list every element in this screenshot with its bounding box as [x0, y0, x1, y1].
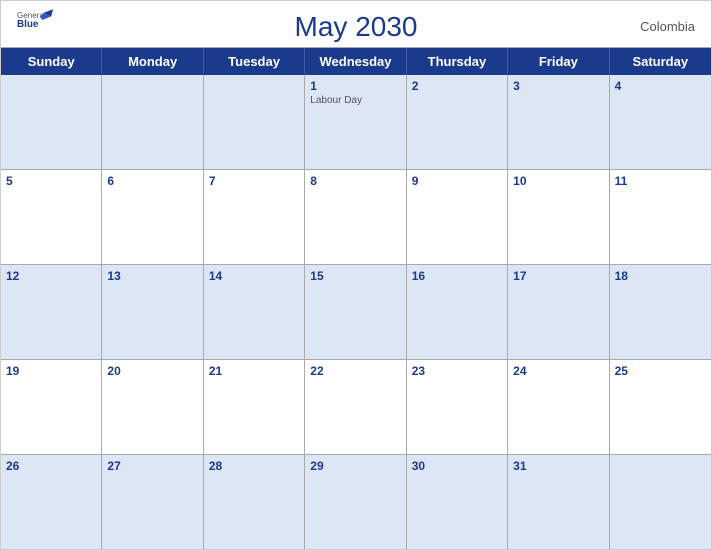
calendar-grid: SundayMondayTuesdayWednesdayThursdayFrid…: [1, 47, 711, 549]
day-cell: 1 Labour Day: [305, 75, 406, 169]
weeks-container: 1Labour Day23456789101112131415161718192…: [1, 75, 711, 549]
day-number: 20: [107, 364, 197, 378]
day-number: 4: [615, 79, 706, 93]
day-number: 23: [412, 364, 502, 378]
day-number: 12: [6, 269, 96, 283]
day-number: 30: [412, 459, 502, 473]
svg-text:Blue: Blue: [17, 19, 39, 30]
day-cell: 11: [610, 170, 711, 264]
day-number: 16: [412, 269, 502, 283]
day-cell: 18: [610, 265, 711, 359]
logo-area: General Blue: [17, 9, 53, 31]
day-number: 5: [6, 174, 96, 188]
week-row-2: 56789 10 11: [1, 170, 711, 265]
day-header-tuesday: Tuesday: [204, 48, 305, 75]
day-cell: 9: [407, 170, 508, 264]
day-cell: 6: [102, 170, 203, 264]
day-cell: 14: [204, 265, 305, 359]
day-cell: 30: [407, 455, 508, 549]
day-header-sunday: Sunday: [1, 48, 102, 75]
day-cell: 19: [1, 360, 102, 454]
day-number: 2: [412, 79, 502, 93]
day-header-wednesday: Wednesday: [305, 48, 406, 75]
day-number: 24: [513, 364, 603, 378]
day-cell: 26: [1, 455, 102, 549]
calendar: General Blue May 2030 Colombia SundayMon…: [0, 0, 712, 550]
day-cell: 3: [508, 75, 609, 169]
week-row-4: 19 20 21 22 23 24 25: [1, 360, 711, 455]
day-event: Labour Day: [310, 95, 400, 106]
day-header-monday: Monday: [102, 48, 203, 75]
day-cell: 17: [508, 265, 609, 359]
day-number: 14: [209, 269, 299, 283]
week-row-5: 26 27 28 29 30 31: [1, 455, 711, 549]
week-row-3: 12 13 14 15 16 17 18: [1, 265, 711, 360]
day-number: 17: [513, 269, 603, 283]
day-number: 21: [209, 364, 299, 378]
day-cell: 27: [102, 455, 203, 549]
day-header-friday: Friday: [508, 48, 609, 75]
day-cell: 21: [204, 360, 305, 454]
day-cell: 24: [508, 360, 609, 454]
day-header-saturday: Saturday: [610, 48, 711, 75]
day-number: 15: [310, 269, 400, 283]
day-cell: 22: [305, 360, 406, 454]
day-cell: [102, 75, 203, 169]
day-cell: [1, 75, 102, 169]
day-cell: 25: [610, 360, 711, 454]
day-cell: 12: [1, 265, 102, 359]
day-number: 27: [107, 459, 197, 473]
day-cell: 5: [1, 170, 102, 264]
day-number: 19: [6, 364, 96, 378]
day-number: 22: [310, 364, 400, 378]
day-number: 13: [107, 269, 197, 283]
day-cell: [610, 455, 711, 549]
day-number: 3: [513, 79, 603, 93]
day-cell: [204, 75, 305, 169]
day-cell: 29: [305, 455, 406, 549]
day-cell: 10: [508, 170, 609, 264]
day-cell: 16: [407, 265, 508, 359]
day-number: 6: [107, 174, 197, 188]
day-number: 26: [6, 459, 96, 473]
day-number: 31: [513, 459, 603, 473]
day-number: 1: [310, 79, 400, 93]
day-cell: 23: [407, 360, 508, 454]
day-number: 8: [310, 174, 400, 188]
day-cell: 31: [508, 455, 609, 549]
day-cell: 7: [204, 170, 305, 264]
day-header-thursday: Thursday: [407, 48, 508, 75]
day-number: 7: [209, 174, 299, 188]
day-number: 10: [513, 174, 603, 188]
calendar-header: General Blue May 2030 Colombia: [1, 1, 711, 47]
day-number: 29: [310, 459, 400, 473]
day-number: 11: [615, 174, 706, 188]
day-number: 28: [209, 459, 299, 473]
calendar-title: May 2030: [295, 11, 418, 43]
day-cell: 4: [610, 75, 711, 169]
day-cell: 8: [305, 170, 406, 264]
day-cell: 20: [102, 360, 203, 454]
day-number: 18: [615, 269, 706, 283]
day-cell: 15: [305, 265, 406, 359]
day-headers-row: SundayMondayTuesdayWednesdayThursdayFrid…: [1, 48, 711, 75]
day-number: 25: [615, 364, 706, 378]
country-label: Colombia: [640, 19, 695, 34]
day-cell: 2: [407, 75, 508, 169]
logo-icon: General Blue: [17, 9, 53, 31]
week-row-1: 1 Labour Day 234: [1, 75, 711, 170]
day-cell: 28: [204, 455, 305, 549]
day-number: 9: [412, 174, 502, 188]
day-cell: 13: [102, 265, 203, 359]
